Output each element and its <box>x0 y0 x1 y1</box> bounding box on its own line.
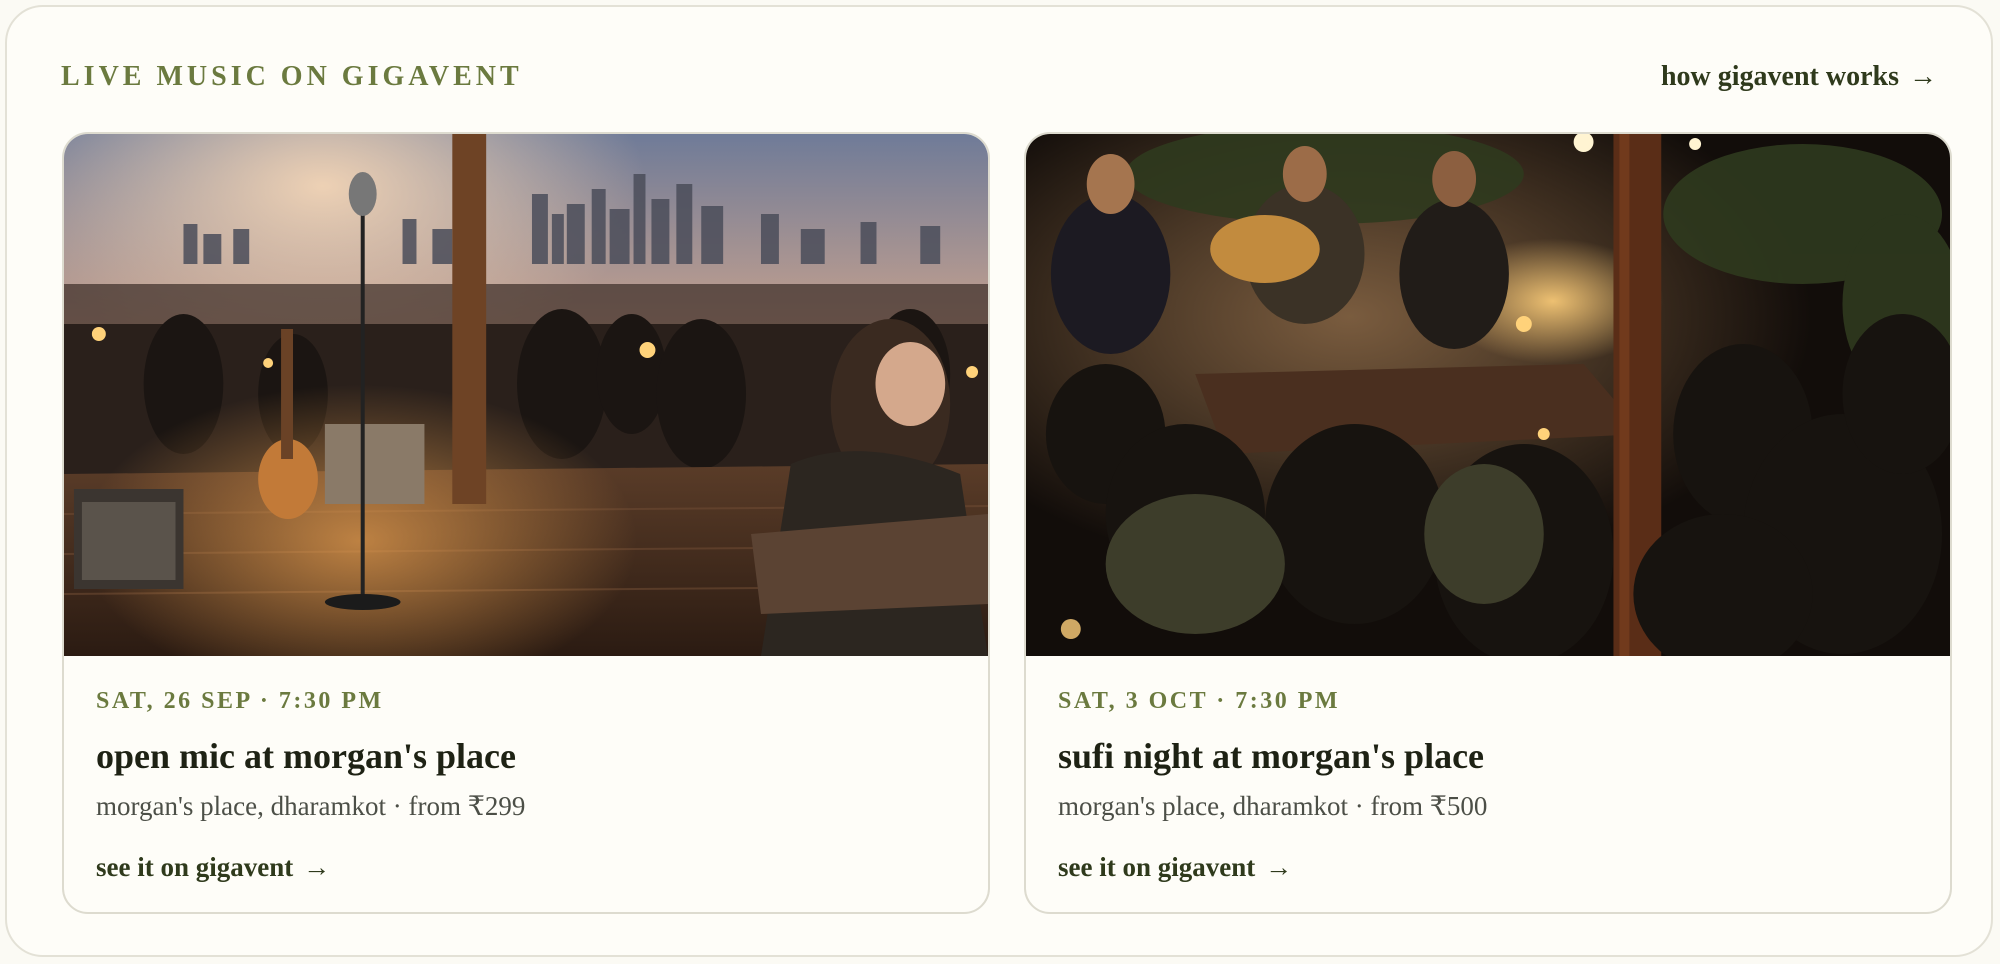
event-card-sufi-night[interactable]: SAT, 3 OCT · 7:30 PM sufi night at morga… <box>1024 132 1952 914</box>
see-it-on-gigavent-link[interactable]: see it on gigavent → <box>1058 850 1292 884</box>
event-card-open-mic[interactable]: SAT, 26 SEP · 7:30 PM open mic at morgan… <box>62 132 990 914</box>
event-photo-rooftop-open-mic <box>64 134 988 656</box>
section-header: LIVE MUSIC ON GIGAVENT how gigavent work… <box>61 57 1937 97</box>
event-photo-sufi-night <box>1026 134 1950 656</box>
event-title[interactable]: open mic at morgan's place <box>96 734 956 778</box>
how-link-label: how gigavent works <box>1660 61 1899 92</box>
section-eyebrow: LIVE MUSIC ON GIGAVENT <box>61 61 523 92</box>
event-card-body: SAT, 26 SEP · 7:30 PM open mic at morgan… <box>64 684 988 884</box>
event-title[interactable]: sufi night at morgan's place <box>1058 734 1918 778</box>
cta-label: see it on gigavent <box>96 852 294 882</box>
event-venue-price: morgan's place, dharamkot · from ₹299 <box>96 791 526 821</box>
see-it-on-gigavent-link[interactable]: see it on gigavent → <box>96 850 330 884</box>
how-gigavent-works-link[interactable]: how gigavent works → <box>1661 61 1937 93</box>
gig-listing-panel: LIVE MUSIC ON GIGAVENT how gigavent work… <box>5 5 1993 957</box>
event-venue-price: morgan's place, dharamkot · from ₹500 <box>1058 791 1488 821</box>
event-card-body: SAT, 3 OCT · 7:30 PM sufi night at morga… <box>1026 684 1950 884</box>
arrow-right-icon: → <box>1265 852 1293 882</box>
arrow-right-icon: → <box>1909 61 1937 92</box>
event-date: SAT, 3 OCT · 7:30 PM <box>1058 688 1341 714</box>
cta-label: see it on gigavent <box>1058 852 1256 882</box>
arrow-right-icon: → <box>303 852 331 882</box>
event-cards: SAT, 26 SEP · 7:30 PM open mic at morgan… <box>62 132 1952 914</box>
event-date: SAT, 26 SEP · 7:30 PM <box>96 688 384 714</box>
